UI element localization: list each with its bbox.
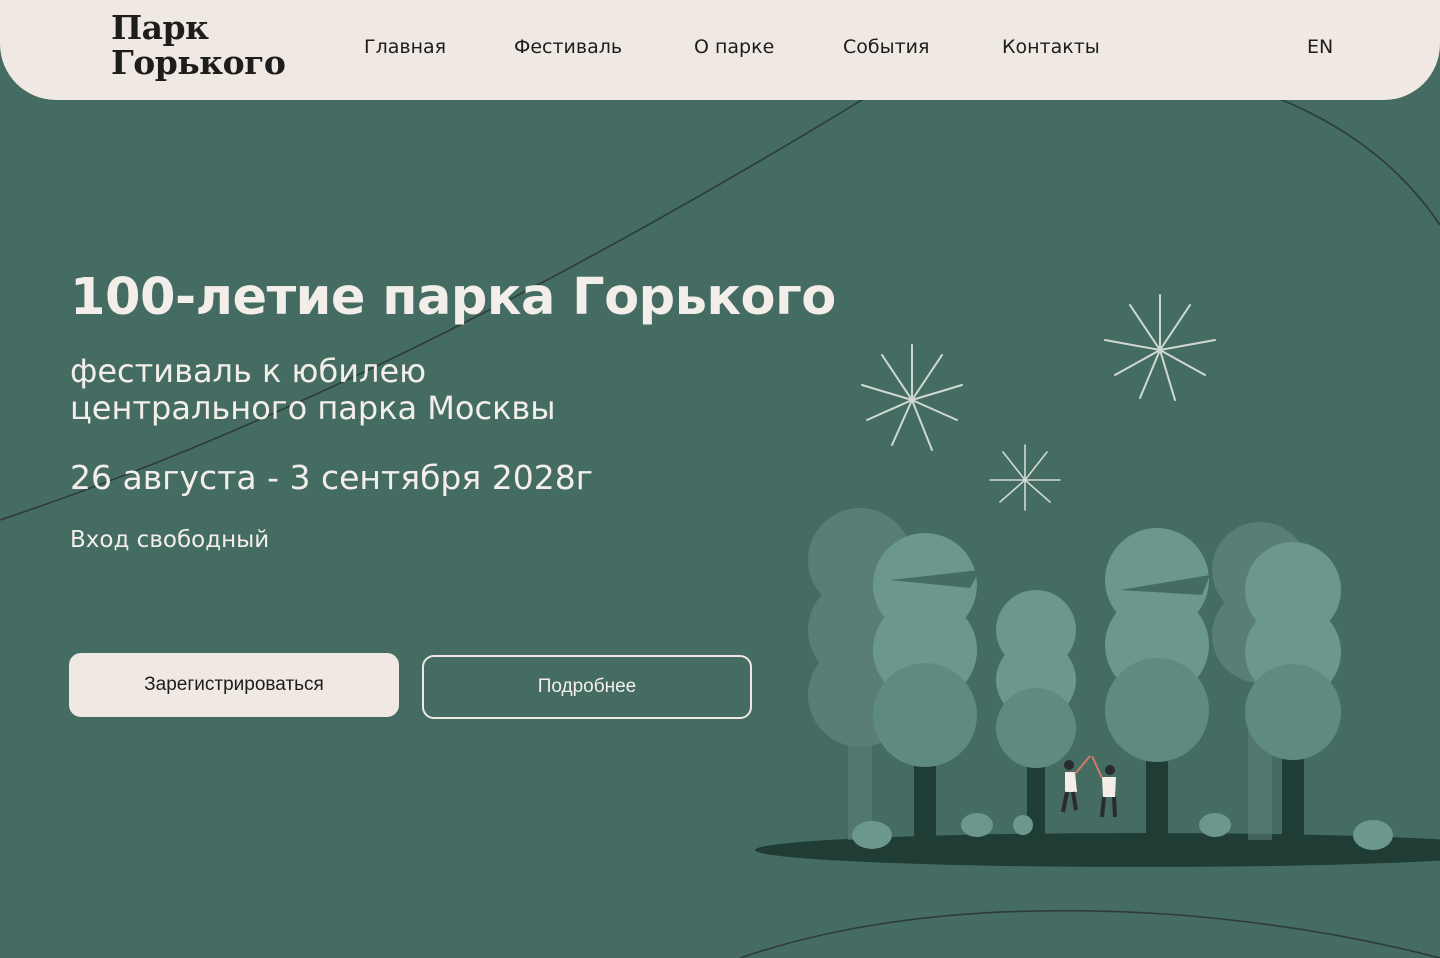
more-info-button[interactable]: Подробнее	[422, 655, 752, 719]
hero-title: 100-летие парка Горького	[70, 268, 836, 327]
nav-item-about-park[interactable]: О парке	[694, 36, 774, 58]
firework-3	[989, 444, 1061, 511]
firework-2	[1104, 294, 1216, 401]
nav-item-home[interactable]: Главная	[364, 36, 446, 58]
park-logo[interactable]: Парк Горького	[111, 8, 286, 82]
tree-3	[1105, 528, 1210, 850]
hero-subtitle-line-1: фестиваль к юбилею	[70, 352, 427, 390]
logo-line-2: Горького	[111, 43, 286, 82]
hero-subtitle-line-2: центрального парка Москвы	[70, 389, 556, 427]
entry-info: Вход свободный	[70, 527, 270, 553]
language-switch[interactable]: EN	[1307, 36, 1333, 58]
nav-item-contacts[interactable]: Контакты	[1002, 36, 1100, 58]
hero-subtitle: фестиваль к юбилею центрального парка Мо…	[70, 353, 770, 427]
logo-line-1: Парк	[111, 8, 209, 47]
tree-1	[873, 533, 980, 850]
firework-1	[861, 344, 963, 451]
dancing-people	[1061, 755, 1117, 818]
nav-item-festival[interactable]: Фестиваль	[514, 36, 622, 58]
festival-dates: 26 августа - 3 сентября 2028г	[70, 458, 594, 497]
park-celebration-illustration	[755, 294, 1440, 867]
register-button[interactable]: Зарегистрироваться	[69, 653, 399, 717]
nav-item-events[interactable]: События	[843, 36, 929, 58]
site-header: Парк Горького Главная Фестиваль О парке …	[0, 0, 1440, 100]
